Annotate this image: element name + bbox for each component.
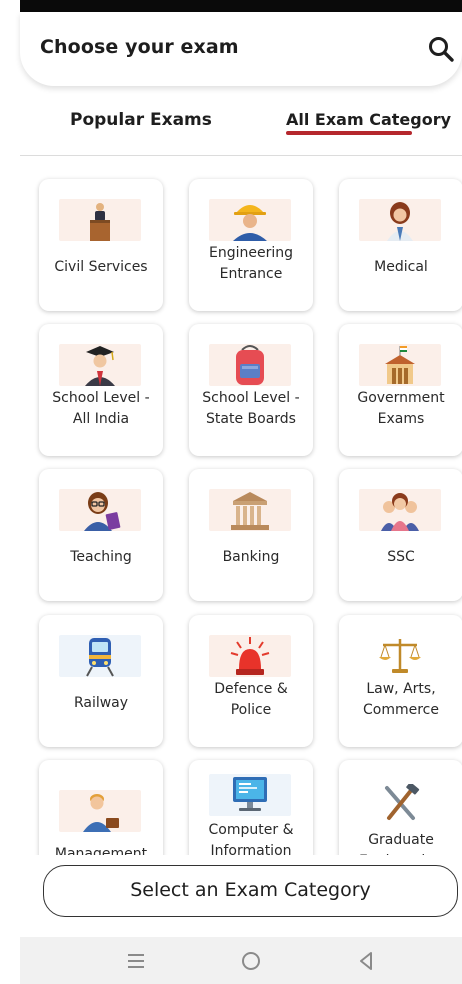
page-title: Choose your exam: [40, 36, 239, 58]
category-card-engineering-entrance[interactable]: Engineering Entrance: [189, 179, 313, 311]
category-label: Management: [54, 846, 148, 855]
school-bag-icon: [209, 344, 291, 386]
category-card-school-state-boards[interactable]: School Level - State Boards: [189, 324, 313, 456]
category-label: Medical: [374, 259, 428, 275]
group-people-icon: [359, 489, 441, 531]
category-card-ssc[interactable]: SSC: [339, 469, 462, 601]
back-triangle-icon: [360, 952, 372, 970]
status-bar: [20, 0, 462, 12]
category-card-law-arts-commerce[interactable]: Law, Arts, Commerce: [339, 615, 462, 747]
train-icon: [59, 635, 141, 677]
category-label: Computer & Information: [208, 822, 294, 855]
tab-popular-exams[interactable]: Popular Exams: [70, 110, 212, 130]
search-button[interactable]: [426, 34, 456, 64]
category-label: Defence & Police: [214, 681, 288, 718]
computer-monitor-icon: [209, 774, 291, 816]
category-label: Railway: [73, 695, 129, 711]
system-navigation-bar: [20, 937, 462, 984]
scales-icon: [359, 635, 441, 677]
select-exam-category-button[interactable]: Select an Exam Category: [43, 865, 458, 917]
category-label: Law, Arts, Commerce: [363, 681, 439, 718]
teacher-icon: [59, 489, 141, 531]
bank-icon: [209, 489, 291, 531]
home-circle-icon: [242, 952, 260, 970]
category-card-graduate-engineering[interactable]: Graduate Engineering: [339, 760, 462, 855]
category-label: Teaching: [70, 549, 132, 565]
doctor-icon: [359, 199, 441, 241]
tab-bar: Popular Exams All Exam Category: [20, 96, 462, 156]
category-label: School Level - State Boards: [202, 390, 300, 427]
government-building-icon: [359, 344, 441, 386]
category-label: Civil Services: [54, 259, 148, 275]
category-card-banking[interactable]: Banking: [189, 469, 313, 601]
category-label: Government Exams: [357, 390, 445, 427]
graduate-icon: [59, 344, 141, 386]
category-card-railway[interactable]: Railway: [39, 615, 163, 747]
category-card-teaching[interactable]: Teaching: [39, 469, 163, 601]
tab-all-exam-category[interactable]: All Exam Category: [286, 110, 451, 129]
category-grid[interactable]: Civil Services Engineering Entrance Medi…: [20, 157, 462, 855]
app-header: Choose your exam: [20, 12, 462, 86]
category-label: Engineering Entrance: [209, 245, 293, 282]
category-card-school-all-india[interactable]: School Level - All India: [39, 324, 163, 456]
category-label: SSC: [387, 549, 415, 565]
tools-icon: [359, 784, 441, 826]
category-card-civil-services[interactable]: Civil Services: [39, 179, 163, 311]
category-card-defence-police[interactable]: Defence & Police: [189, 615, 313, 747]
category-card-medical[interactable]: Medical: [339, 179, 462, 311]
frame-margin: [0, 0, 20, 984]
menu-icon: [128, 954, 144, 968]
nav-back-button[interactable]: [353, 949, 379, 973]
active-tab-indicator: [286, 131, 412, 135]
nav-home-button[interactable]: [238, 949, 264, 973]
category-card-computer-information[interactable]: Computer & Information: [189, 760, 313, 855]
podium-speaker-icon: [59, 199, 141, 241]
businessman-icon: [59, 790, 141, 832]
engineer-hardhat-icon: [209, 199, 291, 241]
search-icon: [429, 37, 454, 62]
category-label: Banking: [222, 549, 280, 565]
siren-icon: [209, 635, 291, 677]
category-label: School Level - All India: [52, 390, 150, 427]
category-label: Graduate Engineering: [359, 832, 443, 855]
nav-menu-button[interactable]: [123, 949, 149, 973]
category-card-government-exams[interactable]: Government Exams: [339, 324, 462, 456]
category-card-management[interactable]: Management: [39, 760, 163, 855]
